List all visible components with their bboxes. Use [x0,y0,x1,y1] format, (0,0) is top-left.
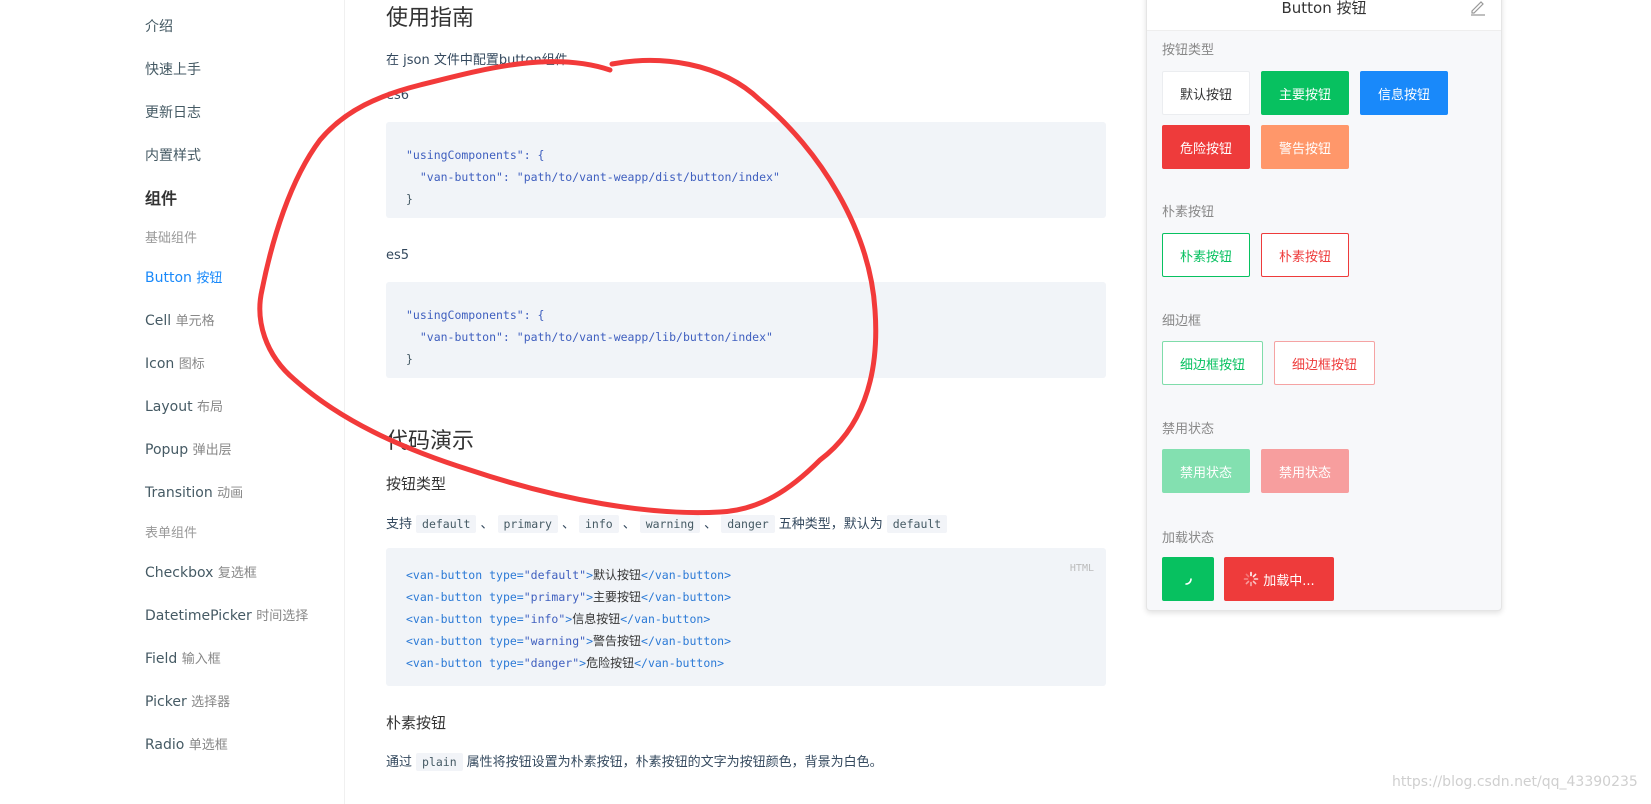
danger-button[interactable]: 危险按钮 [1162,125,1250,169]
plain-description: 通过 plain 属性将按钮设置为朴素按钮，朴素按钮的文字为按钮颜色，背景为白色。 [386,753,883,771]
es5-code-block: "usingComponents": { "van-button": "path… [386,282,1106,378]
code-line: "usingComponents": { [406,148,545,162]
code-line: <van-button type="default">默认按钮</van-but… [406,568,732,582]
doc-content: 使用指南 在 json 文件中配置button组件 es6 "usingComp… [386,0,1106,804]
sidebar-item-cn: 输入框 [181,652,221,667]
sidebar-subgroup-basic: 基础组件 [145,231,198,246]
sidebar-item-label: Transition [145,485,213,501]
code-line: <van-button type="info">信息按钮</van-button… [406,612,711,626]
sim-section-type: 按钮类型 [1162,43,1215,58]
edit-icon[interactable] [1469,0,1487,17]
hairline-primary-button[interactable]: 细边框按钮 [1162,341,1263,385]
sidebar-item-label: Icon [145,356,175,372]
sidebar-item-cn: 布局 [197,400,224,415]
info-button[interactable]: 信息按钮 [1360,71,1448,115]
sidebar-item-cn: 弹出层 [192,443,232,458]
hairline-danger-button[interactable]: 细边框按钮 [1274,341,1375,385]
sim-section-plain: 朴素按钮 [1162,205,1215,220]
sidebar-item-field[interactable]: Field 输入框 [145,648,221,667]
html-code-block: HTML <van-button type="default">默认按钮</va… [386,548,1106,686]
sidebar-item-label: Cell [145,313,172,329]
es5-label: es5 [386,248,410,263]
sidebar-item-label: Layout [145,399,193,415]
sidebar-item-popup[interactable]: Popup 弹出层 [145,439,232,458]
plain-danger-button[interactable]: 朴素按钮 [1261,233,1349,277]
code-line: <van-button type="primary">主要按钮</van-but… [406,590,732,604]
sidebar-item-cn: 复选框 [217,566,257,581]
sidebar-item-layout[interactable]: Layout 布局 [145,396,223,415]
type-description: 支持 default、 primary、 info、 warning、 danger 五种类… [386,513,951,533]
phone-simulator: Button 按钮 按钮类型 默认按钮 主要按钮 信息按钮 危险按钮 警告按钮 … [1146,0,1502,611]
simulator-header: Button 按钮 [1147,0,1501,31]
sidebar-item-label: Picker [145,694,187,710]
sidebar-item-transition[interactable]: Transition 动画 [145,482,243,501]
sidebar-item-cn: 单选框 [188,738,228,753]
code-lang-badge: HTML [1069,563,1094,574]
simulator-title: Button 按钮 [1281,0,1367,17]
sidebar-item-button[interactable]: Button 按钮 [145,267,222,286]
sidebar-item-icon[interactable]: Icon 图标 [145,353,205,372]
sidebar-item-label: Popup [145,442,189,458]
sim-section-disabled: 禁用状态 [1162,422,1215,437]
sidebar-item-label: Field [145,651,178,667]
default-button[interactable]: 默认按钮 [1162,71,1250,115]
sidebar-nav: 介绍 快速上手 更新日志 内置样式 组件 基础组件 Button 按钮 Cell… [0,0,345,804]
primary-button[interactable]: 主要按钮 [1261,71,1349,115]
sidebar-item-label: Button [145,270,192,286]
code-line: <van-button type="danger">危险按钮</van-butt… [406,656,725,670]
watermark-url: https://blog.csdn.net/qq_43390235 [1392,774,1638,790]
usage-title: 使用指南 [386,6,475,31]
sidebar-item-label: DatetimePicker [145,608,252,624]
demo-title: 代码演示 [386,429,475,454]
sidebar-item-cn: 图标 [178,357,205,372]
sidebar-subgroup-form: 表单组件 [145,526,198,541]
loading-text: 加载中... [1263,573,1315,589]
plain-section-title: 朴素按钮 [386,714,447,732]
sidebar-item-label: 介绍 [145,19,173,35]
disabled-primary-button: 禁用状态 [1162,449,1250,493]
es6-label: es6 [386,88,410,103]
es6-code-block: "usingComponents": { "van-button": "path… [386,122,1106,218]
sidebar-item-cn: 选择器 [191,695,231,710]
code-line: "van-button": "path/to/vant-weapp/lib/bu… [406,330,773,344]
loading-danger-button[interactable]: 加载中... [1224,557,1334,601]
plain-primary-button[interactable]: 朴素按钮 [1162,233,1250,277]
sidebar-item-cn: 按钮 [196,271,223,286]
sidebar-item-cell[interactable]: Cell 单元格 [145,310,215,329]
sidebar-item-radio[interactable]: Radio 单选框 [145,734,228,753]
sidebar-item-picker[interactable]: Picker 选择器 [145,691,230,710]
sidebar-item-label: Radio [145,737,185,753]
code-line: "usingComponents": { [406,308,545,322]
sim-section-loading: 加载状态 [1162,531,1215,546]
sidebar-item-label: 快速上手 [145,62,201,78]
code-line: } [406,352,413,366]
sidebar-item-cn: 动画 [217,486,244,501]
sidebar-item-cn: 时间选择 [256,609,309,624]
loading-primary-button[interactable] [1162,557,1214,601]
code-line: <van-button type="warning">警告按钮</van-but… [406,634,732,648]
sidebar-item-intro[interactable]: 介绍 [145,16,173,36]
warning-button[interactable]: 警告按钮 [1261,125,1349,169]
sidebar-group-title: 组件 [145,189,178,208]
sidebar-item-datetimepicker[interactable]: DatetimePicker 时间选择 [145,605,308,624]
sim-section-hairline: 细边框 [1162,314,1202,329]
usage-text: 在 json 文件中配置button组件 [386,53,568,68]
sidebar-item-checkbox[interactable]: Checkbox 复选框 [145,562,257,581]
code-line: } [406,192,413,206]
sidebar-item-label: 更新日志 [145,105,201,121]
code-line: "van-button": "path/to/vant-weapp/dist/b… [406,170,780,184]
loading-spinner-icon [1243,571,1259,587]
sidebar-item-cn: 单元格 [175,314,215,329]
loading-spinner-icon [1185,578,1192,585]
sidebar-item-builtin-style[interactable]: 内置样式 [145,145,201,165]
sidebar-item-label: Checkbox [145,565,214,581]
disabled-danger-button: 禁用状态 [1261,449,1349,493]
type-section-title: 按钮类型 [386,475,447,493]
sidebar-item-changelog[interactable]: 更新日志 [145,102,201,122]
sidebar-item-label: 内置样式 [145,148,201,164]
sidebar-item-quickstart[interactable]: 快速上手 [145,59,201,79]
